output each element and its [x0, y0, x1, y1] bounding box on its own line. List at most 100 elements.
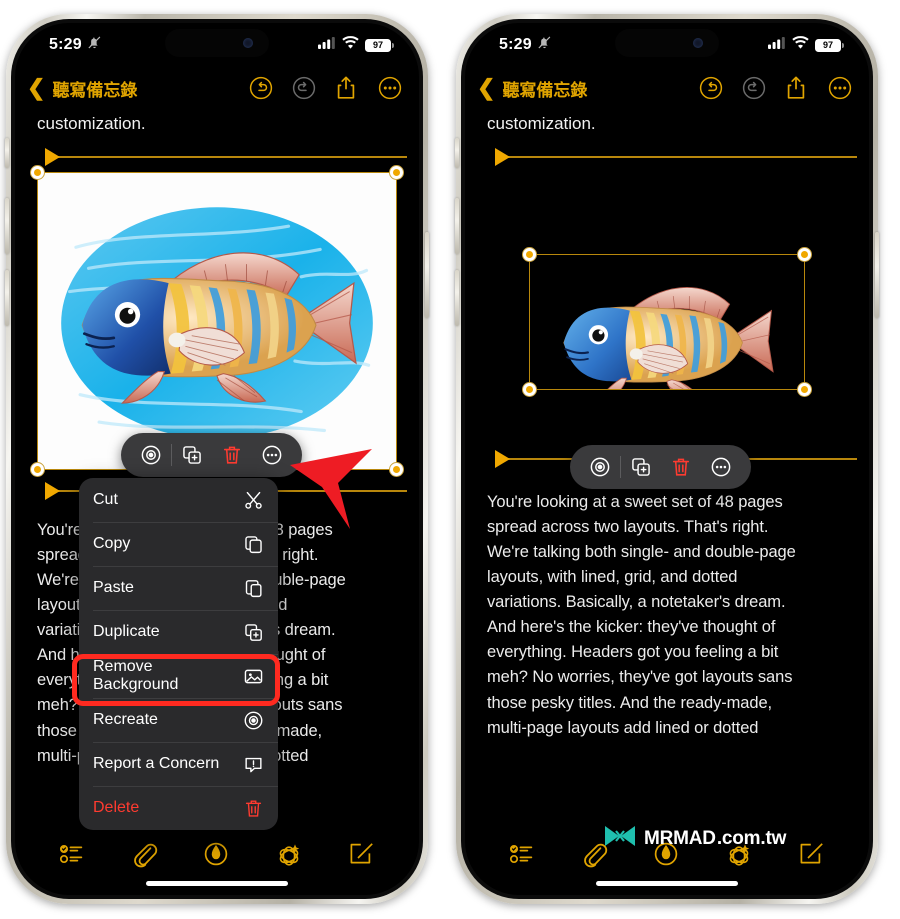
context-menu-item-copy[interactable]: Copy — [79, 522, 278, 566]
more-options-icon[interactable] — [827, 75, 853, 101]
image-selection-left — [30, 164, 404, 477]
share-icon[interactable] — [784, 75, 810, 101]
context-menu-item-duplicate[interactable]: Duplicate — [79, 610, 278, 654]
fish-image-with-background[interactable] — [38, 172, 396, 469]
mrmad-butterfly-logo — [603, 823, 637, 854]
volume-down-button[interactable] — [455, 270, 459, 326]
play-triangle-icon — [495, 147, 510, 166]
chevron-left-icon: ❮ — [477, 75, 496, 100]
checklist-icon[interactable] — [508, 840, 538, 870]
nav-icon-group — [698, 75, 853, 101]
context-menu-item-report-a-concern[interactable]: Report a Concern — [79, 742, 278, 786]
note-top-text: customization. — [37, 114, 146, 133]
wifi-icon — [342, 36, 359, 54]
volume-up-button[interactable] — [5, 198, 9, 254]
selection-handle-top-right[interactable] — [797, 246, 812, 262]
left-phone-screen: 5:29 97 ❮ 聽寫備忘錄 customization. You're pa… — [15, 23, 419, 895]
recreate-button[interactable] — [580, 452, 620, 482]
battery-indicator: 97 — [815, 38, 844, 52]
image-selection-right — [522, 246, 812, 397]
status-right-group: 97 — [768, 36, 844, 54]
audio-play-marker-top[interactable] — [487, 146, 857, 168]
chevron-left-icon: ❮ — [27, 75, 46, 100]
context-menu-item-delete[interactable]: Delete — [79, 786, 278, 830]
front-camera-icon — [243, 38, 253, 48]
note-top-text: customization. — [487, 114, 596, 133]
status-right-group: 97 — [318, 36, 394, 54]
selection-handle-top-right[interactable] — [389, 164, 404, 180]
paste-icon — [242, 577, 264, 599]
power-button[interactable] — [875, 232, 879, 318]
volume-up-button[interactable] — [455, 198, 459, 254]
audio-play-marker-top[interactable] — [37, 146, 407, 168]
silent-switch[interactable] — [5, 138, 9, 168]
share-icon[interactable] — [334, 75, 360, 101]
red-pointer-arrow — [288, 447, 380, 536]
undo-icon[interactable] — [248, 75, 274, 101]
menu-label: Delete — [93, 799, 140, 816]
volume-down-button[interactable] — [5, 270, 9, 326]
recreate-button[interactable] — [131, 440, 171, 470]
redo-icon[interactable] — [291, 75, 317, 101]
undo-icon[interactable] — [698, 75, 724, 101]
more-options-icon[interactable] — [377, 75, 403, 101]
note-title: 聽寫備忘錄 — [502, 80, 588, 100]
menu-label: Report a Concern — [93, 755, 220, 772]
delete-button[interactable] — [661, 452, 701, 482]
selection-frame[interactable] — [522, 246, 812, 397]
wifi-icon — [792, 36, 809, 54]
apple-intelligence-icon[interactable] — [274, 840, 304, 870]
screenshot-stage: 5:29 97 ❮ 聽寫備忘錄 customization. You're pa… — [0, 0, 900, 919]
left-phone-mockup: 5:29 97 ❮ 聽寫備忘錄 customization. You're pa… — [5, 14, 429, 904]
context-menu-item-paste[interactable]: Paste — [79, 566, 278, 610]
menu-label: Paste — [93, 579, 134, 596]
image-action-toolbar — [121, 433, 302, 477]
compose-icon[interactable] — [346, 840, 376, 870]
image-more-button[interactable] — [252, 440, 292, 470]
selection-handle-top-left[interactable] — [522, 246, 537, 262]
context-menu-item-cut[interactable]: Cut — [79, 478, 278, 522]
home-indicator[interactable] — [596, 881, 738, 886]
bell-slash-icon — [87, 35, 102, 55]
home-indicator[interactable] — [146, 881, 288, 886]
dynamic-island — [165, 29, 269, 57]
markup-pen-icon[interactable] — [202, 840, 232, 870]
fish-image-background-removed[interactable] — [530, 254, 804, 389]
selection-handle-top-left[interactable] — [30, 164, 45, 180]
status-time: 5:29 — [49, 36, 82, 53]
context-menu-item-recreate[interactable]: Recreate — [79, 698, 278, 742]
duplicate-button[interactable] — [621, 452, 661, 482]
paperclip-icon[interactable] — [130, 840, 160, 870]
back-button[interactable]: ❮ 聽寫備忘錄 — [477, 76, 587, 101]
redo-icon[interactable] — [741, 75, 767, 101]
bell-slash-icon — [537, 35, 552, 55]
front-camera-icon — [693, 38, 703, 48]
selection-handle-bottom-left[interactable] — [522, 381, 537, 397]
menu-label: Copy — [93, 535, 131, 552]
menu-label: Recreate — [93, 711, 158, 728]
cellular-bars-icon — [318, 36, 336, 54]
image-more-button[interactable] — [701, 452, 741, 482]
selection-frame[interactable] — [30, 164, 404, 477]
play-triangle-icon — [45, 147, 60, 166]
power-button[interactable] — [425, 232, 429, 318]
compose-icon[interactable] — [796, 840, 826, 870]
selection-handle-bottom-right[interactable] — [389, 461, 404, 477]
selection-handle-bottom-right[interactable] — [797, 381, 812, 397]
recreate-target-icon — [242, 709, 264, 731]
checklist-icon[interactable] — [58, 840, 88, 870]
image-action-toolbar — [570, 445, 751, 489]
menu-label: Duplicate — [93, 623, 160, 640]
delete-button[interactable] — [212, 440, 252, 470]
play-triangle-icon — [495, 449, 510, 468]
context-menu-item-remove-background[interactable]: Remove Background — [79, 654, 278, 698]
status-bar: 5:29 97 — [465, 23, 869, 67]
duplicate-button[interactable] — [172, 440, 212, 470]
selection-handle-bottom-left[interactable] — [30, 461, 45, 477]
note-content-right: customization. You're looking at a sweet… — [465, 109, 869, 741]
back-button[interactable]: ❮ 聽寫備忘錄 — [27, 76, 137, 101]
context-menu: Cut Copy Paste Duplicate Remove Backgrou… — [79, 478, 278, 830]
silent-switch[interactable] — [455, 138, 459, 168]
trash-icon — [242, 797, 264, 819]
right-phone-bezel: 5:29 97 ❮ 聽寫備忘錄 customization. You're lo… — [461, 19, 873, 899]
